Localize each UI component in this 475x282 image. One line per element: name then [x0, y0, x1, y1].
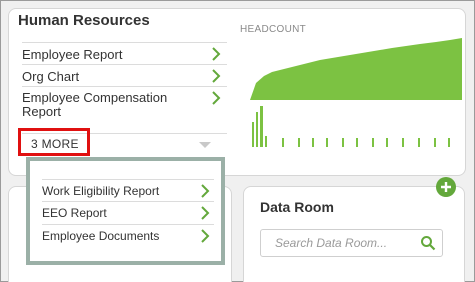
- chevron-right-icon: [212, 91, 221, 105]
- more-popout: Work Eligibility Report EEO Report Emplo…: [26, 157, 225, 265]
- popout-item-work-eligibility-report[interactable]: Work Eligibility Report: [42, 179, 214, 202]
- chevron-right-icon: [201, 184, 210, 198]
- caret-down-icon[interactable]: [199, 142, 211, 148]
- search-icon[interactable]: [420, 235, 436, 251]
- headcount-bar: [342, 138, 344, 147]
- data-room-title: Data Room: [260, 199, 334, 215]
- headcount-bar: [260, 106, 263, 147]
- popout-item-label: Employee Documents: [42, 229, 160, 243]
- headcount-bar: [372, 138, 374, 147]
- human-resources-list: Employee Report Org Chart Employee Compe…: [22, 42, 227, 119]
- highlight-box: [18, 128, 90, 156]
- headcount-bar: [265, 136, 267, 147]
- popout-list: Work Eligibility Report EEO Report Emplo…: [42, 179, 214, 248]
- search-input[interactable]: Search Data Room...: [275, 236, 387, 250]
- data-room-search[interactable]: Search Data Room...: [260, 229, 443, 257]
- headcount-bar: [402, 138, 404, 147]
- headcount-bar: [356, 138, 358, 147]
- headcount-bar: [418, 138, 420, 147]
- plus-icon: [441, 182, 451, 192]
- headcount-bar: [386, 138, 388, 147]
- headcount-bar: [252, 122, 254, 147]
- headcount-bars: [252, 106, 450, 147]
- hr-item-employee-compensation-report[interactable]: Employee Compensation Report: [22, 86, 227, 119]
- headcount-area: [250, 38, 462, 100]
- chevron-right-icon: [212, 47, 221, 61]
- hr-item-label: Org Chart: [22, 69, 80, 84]
- hr-item-label: Employee Report: [22, 47, 123, 62]
- chevron-right-icon: [201, 229, 210, 243]
- human-resources-title: Human Resources: [18, 12, 150, 29]
- popout-item-employee-documents[interactable]: Employee Documents: [42, 225, 214, 248]
- add-button[interactable]: [436, 177, 456, 197]
- headcount-bar: [298, 138, 300, 147]
- chevron-right-icon: [212, 69, 221, 83]
- hr-item-employee-report[interactable]: Employee Report: [22, 42, 227, 64]
- headcount-bar: [312, 138, 314, 147]
- hr-item-org-chart[interactable]: Org Chart: [22, 64, 227, 86]
- headcount-bar: [326, 138, 328, 147]
- headcount-bar: [448, 138, 450, 147]
- popout-item-label: Work Eligibility Report: [42, 184, 160, 198]
- headcount-label: HEADCOUNT: [240, 24, 307, 35]
- headcount-bar: [282, 138, 284, 147]
- popout-item-label: EEO Report: [42, 206, 107, 220]
- headcount-chart: [250, 38, 462, 147]
- headcount-bar: [256, 112, 258, 147]
- popout-item-eeo-report[interactable]: EEO Report: [42, 202, 214, 225]
- headcount-bar: [434, 138, 436, 147]
- hr-item-label: Employee Compensation Report: [22, 90, 168, 119]
- chevron-right-icon: [201, 206, 210, 220]
